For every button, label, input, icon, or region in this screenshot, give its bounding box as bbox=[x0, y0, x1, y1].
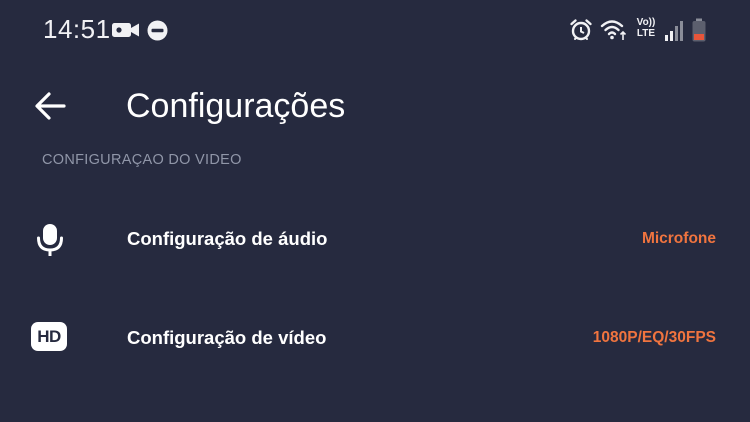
volte-label-bottom: LTE bbox=[636, 28, 656, 39]
signal-icon bbox=[665, 21, 683, 41]
app-screen: 14:51 Vo)) LTE Configurações CONFIGURAÇA… bbox=[0, 0, 750, 422]
wifi-icon bbox=[600, 20, 627, 40]
volte-icon: Vo)) LTE bbox=[633, 17, 659, 43]
arrow-left-icon bbox=[35, 92, 66, 120]
section-header: CONFIGURAÇAO DO VIDEO bbox=[42, 152, 242, 168]
video-camera-icon bbox=[112, 23, 139, 37]
hd-icon: HD bbox=[31, 322, 67, 351]
status-time: 14:51 bbox=[43, 14, 111, 44]
alarm-icon bbox=[570, 19, 592, 41]
video-settings-value: 1080P/EQ/30FPS bbox=[592, 329, 716, 346]
microphone-icon bbox=[37, 224, 63, 256]
volte-label-top: Vo)) bbox=[636, 17, 656, 28]
status-bar: 14:51 Vo)) LTE bbox=[0, 0, 750, 60]
video-settings-row[interactable]: HD Configuração de vídeo 1080P/EQ/30FPS bbox=[0, 291, 750, 387]
back-button[interactable] bbox=[30, 86, 70, 126]
page-title: Configurações bbox=[126, 87, 346, 125]
audio-settings-value: Microfone bbox=[641, 230, 716, 247]
audio-settings-label: Configuração de áudio bbox=[127, 228, 328, 249]
video-settings-label: Configuração de vídeo bbox=[127, 327, 327, 348]
audio-settings-row[interactable]: Configuração de áudio Microfone bbox=[0, 192, 750, 288]
do-not-disturb-icon bbox=[147, 20, 168, 41]
battery-icon bbox=[692, 18, 706, 42]
